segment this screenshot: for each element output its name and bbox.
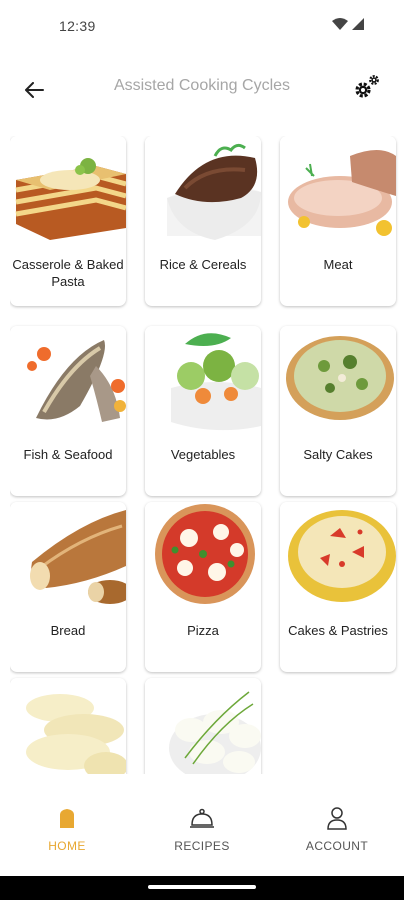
category-label: Cakes & Pastries	[288, 623, 388, 638]
category-card-vegetables[interactable]: Vegetables	[145, 326, 261, 496]
settings-button[interactable]	[352, 72, 382, 102]
pizza-image	[145, 502, 261, 612]
cell-signal-icon	[352, 18, 364, 30]
home-icon	[60, 809, 74, 828]
category-card-salty-cakes[interactable]: Salty Cakes	[280, 326, 396, 496]
category-card-cakes-pastries[interactable]: Cakes & Pastries	[280, 502, 396, 672]
category-grid: Casserole & Baked Pasta Rice & Cereals M…	[10, 136, 404, 774]
category-card-casserole[interactable]: Casserole & Baked Pasta	[10, 136, 126, 306]
app-bar: Assisted Cooking Cycles	[0, 60, 404, 116]
page-title: Assisted Cooking Cycles	[113, 77, 291, 94]
bottom-navigation: HOME RECIPES ACCOUNT	[0, 776, 404, 876]
category-label: Meat	[323, 257, 353, 272]
nav-label: HOME	[48, 839, 86, 853]
category-label: Salty Cakes	[303, 447, 373, 462]
rice-bowl-image	[145, 136, 261, 246]
baguette-image	[10, 502, 126, 612]
person-icon	[327, 807, 347, 830]
nav-label: ACCOUNT	[305, 839, 369, 853]
gears-icon	[355, 75, 379, 98]
status-bar: 12:39	[0, 0, 404, 52]
nav-account[interactable]: ACCOUNT	[282, 806, 392, 853]
home-gesture-handle[interactable]	[148, 885, 256, 889]
potatoes-image	[10, 678, 126, 774]
quiche-image	[280, 326, 396, 436]
category-label: Pizza	[187, 623, 219, 638]
category-card-meat[interactable]: Meat	[280, 136, 396, 306]
category-card-fish-seafood[interactable]: Fish & Seafood	[10, 326, 126, 496]
nav-label: RECIPES	[174, 839, 230, 853]
category-card-pizza[interactable]: Pizza	[145, 502, 261, 672]
tart-image	[280, 502, 396, 612]
lasagna-image	[10, 136, 126, 246]
category-label: Rice & Cereals	[159, 257, 247, 272]
category-label: Fish & Seafood	[23, 447, 113, 462]
vegetables-bowl-image	[145, 326, 261, 436]
fish-fillet-image	[10, 326, 126, 436]
wifi-icon	[332, 18, 348, 30]
category-label: Vegetables	[170, 447, 236, 462]
category-card-potatoes[interactable]	[10, 678, 126, 774]
nav-home[interactable]: HOME	[12, 806, 122, 853]
system-gesture-bar	[0, 876, 404, 900]
nav-recipes[interactable]: RECIPES	[147, 806, 257, 853]
category-card-rice-cereals[interactable]: Rice & Cereals	[145, 136, 261, 306]
category-card-bread[interactable]: Bread	[10, 502, 126, 672]
category-label: Casserole & Baked Pasta	[12, 257, 124, 289]
category-label: Bread	[50, 623, 86, 638]
status-icons	[332, 18, 364, 30]
roast-meat-image	[280, 136, 396, 246]
status-time: 12:39	[59, 18, 96, 34]
cloche-icon	[190, 808, 214, 828]
category-card-eggs[interactable]	[145, 678, 261, 774]
eggs-image	[145, 678, 261, 774]
